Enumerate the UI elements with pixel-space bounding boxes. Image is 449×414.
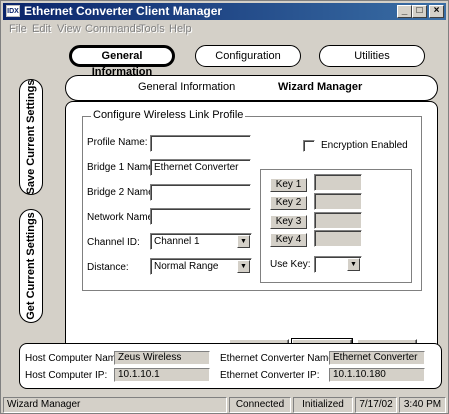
save-current-settings-label: Save Current Settings (25, 79, 37, 195)
channel-id-value: Channel 1 (154, 236, 200, 247)
tab-utilities[interactable]: Utilities (319, 45, 425, 67)
get-current-settings-button[interactable]: Get Current Settings (19, 209, 43, 323)
use-key-label: Use Key: (270, 259, 311, 270)
status-connection: Connected (229, 397, 291, 413)
converter-ip-value: 10.1.10.180 (329, 368, 425, 382)
save-current-settings-button[interactable]: Save Current Settings (19, 79, 43, 195)
window-title: Ethernet Converter Client Manager (24, 4, 223, 18)
profile-name-label: Profile Name: (87, 137, 148, 148)
key-group: Key 1 Key 2 Key 3 Key 4 Use Key: ▼ (260, 169, 412, 283)
key3-button[interactable]: Key 3 (270, 215, 307, 229)
menu-bar: File Edit View Commands Tools Help (3, 21, 446, 37)
chevron-down-icon[interactable]: ▼ (347, 258, 360, 271)
host-computer-name-label: Host Computer Name: (25, 353, 125, 364)
key2-input[interactable] (314, 193, 362, 210)
bridge2-name-input[interactable] (150, 184, 251, 201)
status-date: 7/17/02 (355, 397, 397, 413)
distance-select[interactable]: Normal Range ▼ (150, 258, 252, 275)
converter-name-value: Ethernet Converter (329, 351, 425, 365)
menu-edit[interactable]: Edit (32, 22, 51, 36)
wizard-content-panel: Configure Wireless Link Profile Profile … (65, 101, 438, 367)
app-window: IDX Ethernet Converter Client Manager _ … (0, 0, 449, 414)
status-time: 3:40 PM (399, 397, 446, 413)
channel-id-select[interactable]: Channel 1 ▼ (150, 233, 252, 250)
menu-help[interactable]: Help (169, 22, 192, 36)
use-key-select[interactable]: ▼ (314, 256, 362, 273)
key2-button[interactable]: Key 2 (270, 196, 307, 210)
profile-name-input[interactable] (150, 135, 251, 152)
sub-tab-bar: General Information Wizard Manager (65, 75, 438, 101)
wireless-profile-group: Configure Wireless Link Profile Profile … (82, 109, 422, 291)
subtab-general-information[interactable]: General Information (138, 81, 235, 93)
bridge1-name-input[interactable]: Ethernet Converter (150, 159, 251, 176)
menu-file[interactable]: File (9, 22, 27, 36)
channel-id-label: Channel ID: (87, 237, 140, 248)
status-state: Initialized (293, 397, 353, 413)
encryption-checkbox[interactable] (303, 140, 315, 152)
app-logo-icon: IDX (6, 5, 20, 17)
subtab-wizard-manager[interactable]: Wizard Manager (278, 81, 362, 93)
distance-value: Normal Range (154, 261, 219, 272)
tab-general-information[interactable]: General Information (69, 45, 175, 78)
close-button[interactable]: × (429, 5, 444, 18)
main-panel: General Information Configuration Utilit… (5, 39, 442, 391)
host-computer-ip-value: 10.1.10.1 (114, 368, 210, 382)
maximize-button[interactable]: □ (412, 5, 427, 18)
converter-name-label: Ethernet Converter Name: (220, 353, 337, 364)
title-bar[interactable]: IDX Ethernet Converter Client Manager _ … (3, 3, 446, 20)
menu-tools[interactable]: Tools (139, 22, 165, 36)
host-info-panel: Host Computer Name: Zeus Wireless Host C… (19, 343, 442, 389)
status-mode: Wizard Manager (3, 397, 227, 413)
host-computer-name-value: Zeus Wireless (114, 351, 210, 365)
minimize-button[interactable]: _ (397, 5, 412, 18)
host-computer-ip-label: Host Computer IP: (25, 370, 108, 381)
key1-button[interactable]: Key 1 (270, 178, 307, 192)
key1-input[interactable] (314, 174, 362, 191)
network-name-label: Network Name: (87, 212, 156, 223)
network-name-input[interactable] (150, 208, 251, 225)
status-bar: Wizard Manager Connected Initialized 7/1… (3, 397, 446, 413)
key4-input[interactable] (314, 230, 362, 247)
key3-input[interactable] (314, 212, 362, 229)
tab-configuration[interactable]: Configuration (195, 45, 301, 67)
group-title: Configure Wireless Link Profile (91, 109, 246, 121)
key4-button[interactable]: Key 4 (270, 233, 307, 247)
bridge2-name-label: Bridge 2 Name: (87, 187, 157, 198)
chevron-down-icon[interactable]: ▼ (237, 235, 250, 248)
encryption-label: Encryption Enabled (321, 140, 408, 151)
menu-view[interactable]: View (57, 22, 81, 36)
distance-label: Distance: (87, 262, 129, 273)
converter-ip-label: Ethernet Converter IP: (220, 370, 320, 381)
menu-commands[interactable]: Commands (85, 22, 141, 36)
chevron-down-icon[interactable]: ▼ (237, 260, 250, 273)
get-current-settings-label: Get Current Settings (25, 212, 37, 320)
bridge1-name-label: Bridge 1 Name: (87, 162, 157, 173)
